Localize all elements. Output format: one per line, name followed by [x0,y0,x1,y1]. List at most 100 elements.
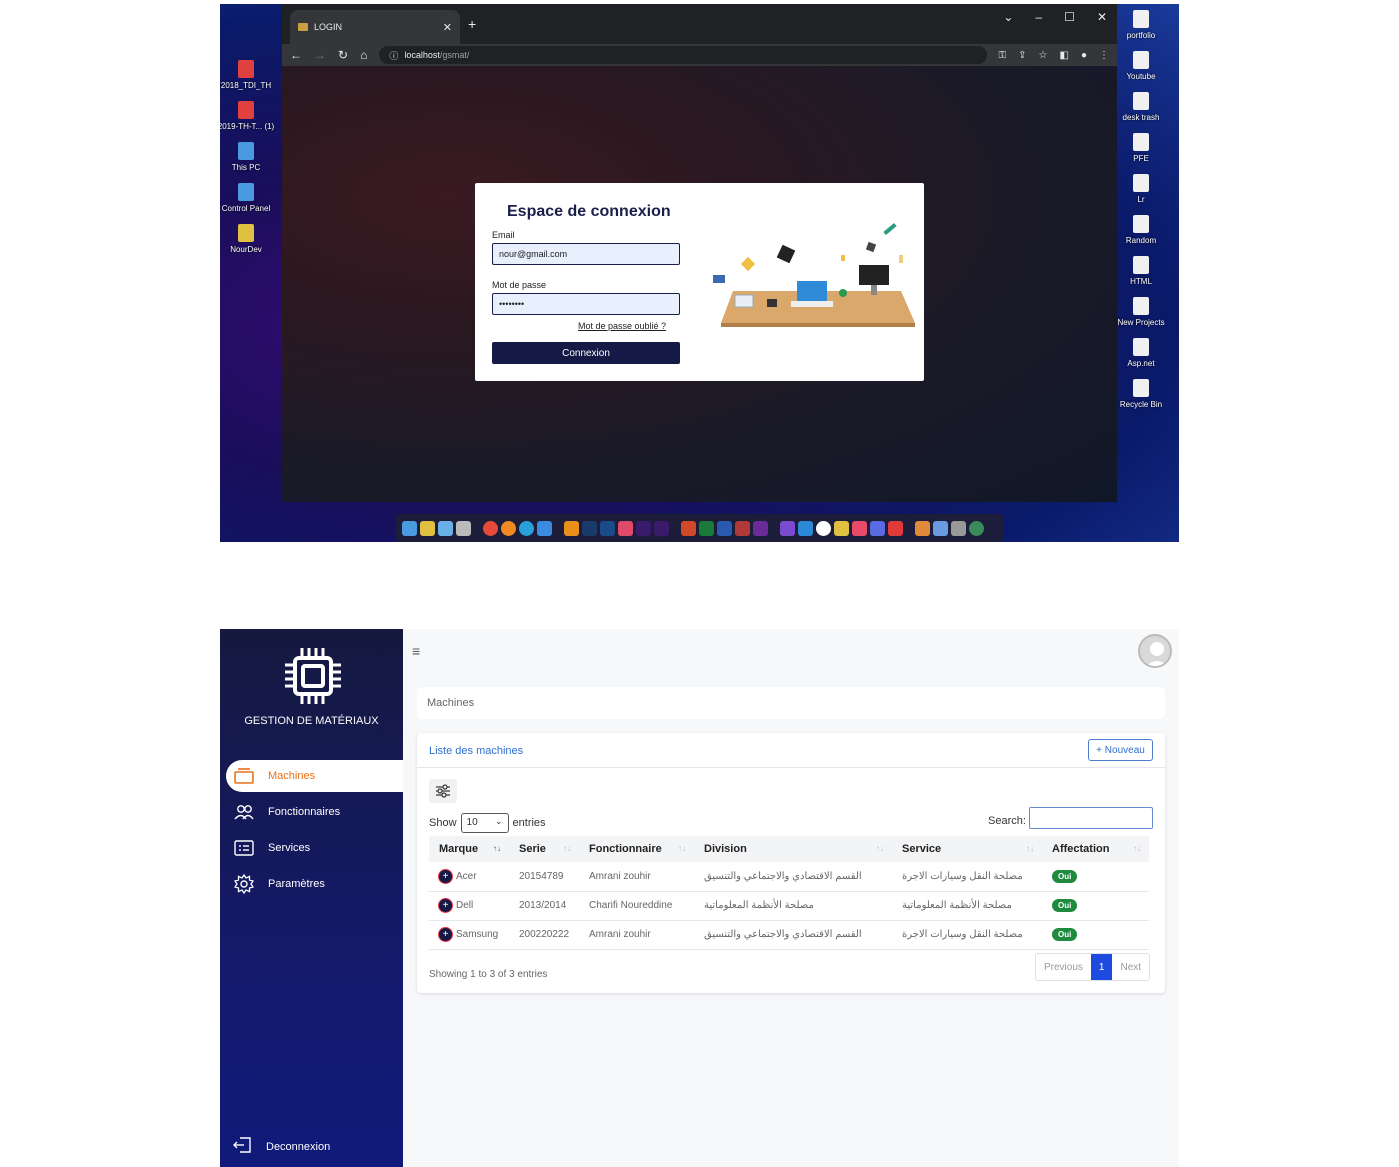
key-icon[interactable]: ⚿ [999,50,1007,61]
password-field[interactable]: •••••••• [492,293,680,315]
premiere-icon[interactable] [636,520,651,536]
filter-button[interactable] [429,779,457,803]
column-header-service[interactable]: Service ↑↓ [892,836,1042,862]
app-icon[interactable] [933,520,948,536]
app-icon[interactable] [852,520,867,536]
previous-button[interactable]: Previous [1036,954,1091,980]
next-button[interactable]: Next [1112,954,1149,980]
desktop-icon[interactable]: desk trash [1111,92,1171,123]
column-header-affectation[interactable]: Affectation ↑↓ [1042,836,1149,862]
email-field[interactable]: nour@gmail.com [492,243,680,265]
app-icon[interactable] [951,520,966,536]
word-icon[interactable] [717,520,732,536]
figma-icon[interactable] [618,520,633,536]
sidebar-item-fonctionnaires[interactable]: Fonctionnaires [226,796,403,828]
discord-icon[interactable] [870,520,885,536]
firefox-icon[interactable] [501,520,516,536]
close-tab-icon[interactable]: ✕ [443,21,452,34]
desktop-icon[interactable]: This PC [220,142,276,173]
app-icon[interactable] [888,520,903,536]
edge-icon[interactable] [519,520,534,536]
desktop-icon[interactable]: 2018_TDI_TH [220,60,276,91]
chrome-icon[interactable] [483,520,498,536]
photoshop-icon[interactable] [600,520,615,536]
column-header-serie[interactable]: Serie ↑↓ [509,836,579,862]
table-row: + Samsung 200220222 Amrani zouhir القسم ا… [429,920,1149,950]
logout-button[interactable]: Deconnexion [232,1137,330,1156]
file-icon [1133,338,1149,356]
tab-search-icon[interactable]: ⌄ [1003,10,1013,24]
onenote-icon[interactable] [753,520,768,536]
page-1-button[interactable]: 1 [1090,954,1113,980]
desktop-icon[interactable]: Youtube [1111,51,1171,82]
avatar[interactable] [1138,634,1172,668]
desktop-icon[interactable]: Lr [1111,174,1171,205]
tab-login[interactable]: LOGIN ✕ [290,10,460,44]
desktop-icon[interactable]: Random [1111,215,1171,246]
star-icon[interactable]: ☆ [1039,50,1048,61]
mail-icon[interactable] [438,520,453,536]
desktop-icon[interactable]: 2019-TH-T... (1) [220,101,276,132]
forgot-password-link[interactable]: Mot de passe oublié ? [578,321,666,331]
divider [417,767,1165,768]
vscode-icon[interactable] [798,520,813,536]
menu-icon[interactable]: ⋮ [1099,50,1109,61]
address-bar[interactable]: ⓘ localhost/gsmat/ [379,46,987,64]
desktop-icon[interactable]: PFE [1111,133,1171,164]
expand-row-icon[interactable]: + [439,899,452,912]
github-icon[interactable] [816,520,831,536]
search-input[interactable] [1029,807,1153,829]
trash-icon[interactable] [456,520,471,536]
file-explorer-icon[interactable] [402,520,417,536]
column-header-marque[interactable]: Marque ↑↓ [429,836,509,862]
desktop-icon[interactable]: New Projects [1111,297,1171,328]
expand-row-icon[interactable]: + [439,869,452,883]
new-tab-icon[interactable]: + [468,16,476,32]
app-icon[interactable] [915,520,930,536]
visual-studio-icon[interactable] [780,520,795,536]
after-effects-icon[interactable] [654,520,669,536]
expand-row-icon[interactable]: + [439,928,452,941]
side-panel-icon[interactable]: ◧ [1060,50,1069,61]
illustrator-icon[interactable] [564,520,579,536]
page-length-control: Show 10 ⌄ entries [429,813,546,833]
powerpoint-icon[interactable] [681,520,696,536]
desktop-right-icons: portfolio Youtube desk trash PFE Lr Random HTM… [1111,10,1171,420]
sidebar-item-machines[interactable]: Machines [226,760,403,792]
minimize-icon[interactable]: – [1035,10,1042,24]
access-icon[interactable] [735,520,750,536]
folder-icon[interactable] [420,520,435,536]
desktop-icon-label: Control Panel [221,204,271,213]
home-icon[interactable]: ⌂ [360,48,367,62]
column-header-fonctionnaire[interactable]: Fonctionnaire ↑↓ [579,836,694,862]
info-icon[interactable]: ⓘ [389,49,398,62]
reload-icon[interactable]: ↻ [338,48,348,62]
desktop-icon[interactable]: HTML [1111,256,1171,287]
desktop-icon[interactable]: NourDev [220,224,276,255]
share-icon[interactable]: ⇪ [1018,50,1026,61]
desktop-icon[interactable]: Asp.net [1111,338,1171,369]
back-icon[interactable]: ← [290,48,302,62]
desktop-icon[interactable]: portfolio [1111,10,1171,41]
close-window-icon[interactable]: ✕ [1097,10,1107,24]
profile-icon[interactable]: ● [1081,50,1087,61]
sidebar-item-services[interactable]: Services [226,832,403,864]
menu-toggle-icon[interactable]: ≡ [412,643,420,659]
column-header-division[interactable]: Division ↑↓ [694,836,892,862]
excel-icon[interactable] [699,520,714,536]
maximize-icon[interactable]: ☐ [1064,10,1075,24]
login-button[interactable]: Connexion [492,342,680,364]
forward-icon[interactable]: → [314,48,326,62]
app-icon[interactable] [834,520,849,536]
add-machine-button[interactable]: + Nouveau [1088,739,1153,761]
marque-cell: + Dell [429,891,509,921]
desktop-icon[interactable]: Recycle Bin [1111,379,1171,410]
app-icon[interactable] [969,520,984,536]
lightroom-icon[interactable] [582,520,597,536]
desktop-icon[interactable]: Control Panel [220,183,276,214]
sidebar-item-parametres[interactable]: Paramètres [226,868,403,900]
page-length-select[interactable]: 10 ⌄ [460,813,509,833]
desktop: 2018_TDI_TH 2019-TH-T... (1) This PC Contro… [220,4,1179,542]
browser-icon[interactable] [537,520,552,536]
fonctionnaire-cell: Amrani zouhir [579,920,694,950]
